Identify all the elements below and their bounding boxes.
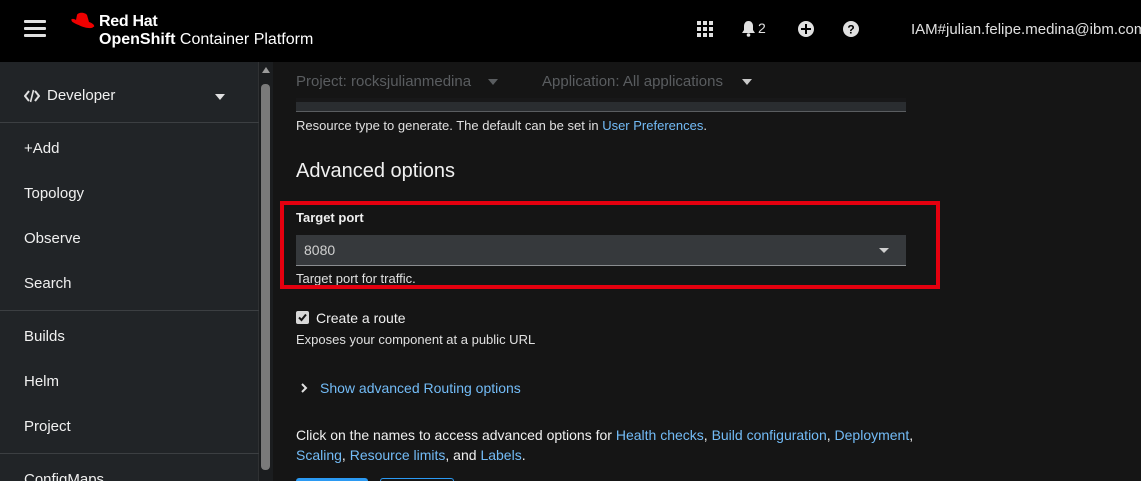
plus-circle-icon[interactable] (797, 20, 815, 38)
nav-item-add[interactable]: +Add (24, 140, 59, 157)
menu-icon[interactable] (24, 19, 46, 39)
nav-item-configmaps[interactable]: ConfigMaps (24, 471, 104, 481)
divider (0, 122, 259, 123)
chevron-right-icon (301, 383, 308, 393)
target-port-value: 8080 (304, 242, 336, 258)
main-content: Project: rocksjulianmedina Application: … (273, 62, 1141, 481)
svg-text:?: ? (847, 23, 854, 37)
caret-down-icon (742, 79, 752, 85)
checkmark-icon (298, 313, 307, 322)
caret-down-icon (488, 79, 498, 85)
user-menu[interactable]: IAM#julian.felipe.medina@ibm.com (911, 21, 1141, 38)
question-circle-icon[interactable]: ? (842, 20, 860, 38)
brand-name: Red Hat (99, 13, 158, 30)
divider (0, 453, 259, 454)
build-configuration-link[interactable]: Build configuration (712, 427, 827, 443)
context-bar: Project: rocksjulianmedina Application: … (273, 62, 1141, 102)
project-selector[interactable]: Project: rocksjulianmedina (296, 73, 471, 90)
user-preferences-link[interactable]: User Preferences (602, 118, 703, 133)
target-port-helper: Target port for traffic. (296, 271, 416, 286)
resource-type-helper: Resource type to generate. The default c… (296, 118, 707, 133)
notification-count: 2 (758, 20, 766, 36)
bell-icon (742, 21, 755, 37)
nav-item-helm[interactable]: Helm (24, 373, 59, 390)
nav-item-topology[interactable]: Topology (24, 185, 84, 202)
notifications-button[interactable]: 2 (741, 20, 775, 38)
create-route-label[interactable]: Create a route (316, 310, 406, 326)
scroll-up-icon[interactable] (262, 67, 270, 73)
scaling-link[interactable]: Scaling (296, 447, 342, 463)
code-icon (24, 89, 40, 103)
routing-options-toggle[interactable]: Show advanced Routing options (296, 379, 596, 399)
sidebar-scrollbar[interactable] (259, 62, 273, 481)
perspective-switcher[interactable]: Developer (0, 72, 259, 122)
create-route-checkbox[interactable] (296, 311, 309, 324)
perspective-label: Developer (47, 87, 116, 104)
section-title: Advanced options (296, 160, 456, 182)
product-name: OpenShift Container Platform (99, 31, 314, 48)
sidebar: Developer +Add Topology Observe Search B… (0, 62, 259, 481)
nav-item-observe[interactable]: Observe (24, 230, 81, 247)
health-checks-link[interactable]: Health checks (616, 427, 704, 443)
target-port-label: Target port (296, 210, 364, 225)
resource-limits-link[interactable]: Resource limits (350, 447, 446, 463)
deployment-link[interactable]: Deployment (835, 427, 910, 443)
redhat-hat-icon (70, 12, 95, 30)
nav-item-project[interactable]: Project (24, 418, 71, 435)
routing-options-label: Show advanced Routing options (320, 380, 521, 396)
application-selector[interactable]: Application: All applications (542, 73, 723, 90)
nav-item-search[interactable]: Search (24, 275, 72, 292)
labels-link[interactable]: Labels (480, 447, 521, 463)
divider (0, 310, 259, 311)
nav-item-builds[interactable]: Builds (24, 328, 65, 345)
caret-down-icon (879, 248, 889, 253)
scrollbar-thumb[interactable] (261, 84, 270, 470)
masthead: Red Hat OpenShift Container Platform 2 ?… (0, 0, 1141, 62)
advanced-options-text: Click on the names to access advanced op… (296, 427, 914, 463)
create-route-helper: Exposes your component at a public URL (296, 332, 536, 347)
app-launcher-icon[interactable] (696, 20, 714, 38)
caret-down-icon (215, 94, 225, 100)
target-port-select[interactable]: 8080 (296, 235, 906, 266)
